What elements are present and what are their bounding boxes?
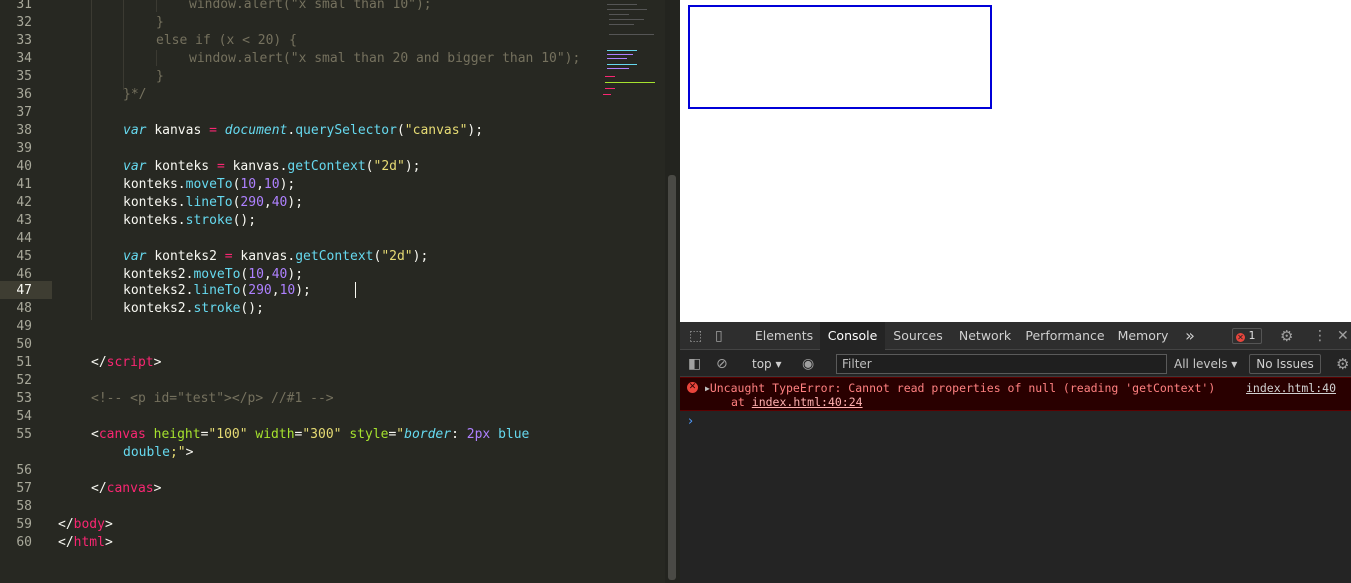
devtools-tab-bar: ⬚ ▯ Elements Console Sources Network Per… (680, 322, 1351, 350)
line-number: 38 (16, 123, 32, 138)
close-icon[interactable]: ✕ (1337, 322, 1349, 350)
device-toolbar-icon[interactable]: ▯ (715, 322, 723, 350)
line-number: 53 (16, 391, 32, 406)
console-error-message[interactable]: ✕ ▶Uncaught TypeError: Cannot read prope… (680, 377, 1351, 411)
code-line-48: konteks2.stroke(); (123, 301, 264, 316)
tab-sources[interactable]: Sources (886, 322, 950, 350)
code-line-57: </canvas> (91, 481, 162, 496)
rendered-canvas (688, 5, 992, 109)
error-icon: ✕ (1236, 333, 1245, 342)
code-line-43: konteks.stroke(); (123, 213, 257, 228)
more-options-icon[interactable]: ⋮ (1313, 322, 1327, 350)
line-number: 58 (16, 499, 32, 514)
line-number: 42 (16, 195, 32, 210)
code-line-45: var konteks2 = kanvas.getContext("2d"); (123, 249, 429, 264)
line-number: 40 (16, 159, 32, 174)
settings-gear-icon[interactable]: ⚙ (1280, 322, 1293, 350)
line-number-gutter: 31 32 33 34 35 36 37 38 39 40 41 42 43 4… (0, 0, 52, 583)
line-number: 55 (16, 427, 32, 442)
error-source-link[interactable]: index.html:40 (1246, 381, 1336, 395)
line-number: 54 (16, 409, 32, 424)
code-line-53: <!-- <p id="test"></p> //#1 --> (91, 391, 334, 406)
clear-console-icon[interactable]: ⊘ (716, 351, 728, 377)
issues-button[interactable]: No Issues (1249, 354, 1321, 374)
live-expression-eye-icon[interactable]: ◉ (802, 351, 814, 377)
code-line-31: window.alert("x smal than 10"); (189, 0, 432, 12)
indent-guide (123, 0, 124, 90)
tab-memory[interactable]: Memory (1112, 322, 1174, 350)
log-levels-dropdown[interactable]: All levels ▾ (1174, 351, 1237, 377)
code-line-55: <canvas height="100" width="300" style="… (91, 427, 530, 442)
error-text[interactable]: ▶Uncaught TypeError: Cannot read propert… (705, 381, 1215, 395)
indent-guide (156, 50, 157, 66)
tab-network[interactable]: Network (952, 322, 1018, 350)
line-number: 31 (16, 0, 32, 12)
code-line-41: konteks.moveTo(10,10); (123, 177, 296, 192)
minimap[interactable] (603, 0, 663, 100)
more-tabs-button[interactable]: » (1180, 322, 1200, 350)
line-number: 41 (16, 177, 32, 192)
line-number: 52 (16, 373, 32, 388)
line-number: 59 (16, 517, 32, 532)
tab-console[interactable]: Console (820, 322, 885, 350)
line-number-current: 47 (16, 283, 32, 298)
code-line-33: else if (x < 20) { (156, 33, 297, 48)
code-line-40: var konteks = kanvas.getContext("2d"); (123, 159, 421, 174)
line-number: 60 (16, 535, 32, 550)
editor-scrollbar-thumb[interactable] (668, 175, 676, 580)
sidebar-toggle-icon[interactable]: ◧ (688, 351, 701, 377)
line-number: 33 (16, 33, 32, 48)
line-number: 32 (16, 15, 32, 30)
indent-guide (156, 0, 157, 12)
code-line-59: </body> (58, 517, 113, 532)
code-line-32: } (156, 15, 164, 30)
context-selector[interactable]: top ▾ (752, 351, 782, 377)
line-number: 35 (16, 69, 32, 84)
editor-scrollbar[interactable] (665, 0, 680, 583)
indent-guide (91, 0, 92, 320)
line-number: 44 (16, 231, 32, 246)
code-line-55-wrap: double;"> (123, 445, 194, 460)
tab-performance[interactable]: Performance (1020, 322, 1110, 350)
line-number: 51 (16, 355, 32, 370)
line-number: 57 (16, 481, 32, 496)
code-line-60: </html> (58, 535, 113, 550)
code-line-47: konteks2.lineTo(290,10); (123, 283, 311, 298)
devtools-panel: ⬚ ▯ Elements Console Sources Network Per… (680, 322, 1351, 583)
code-editor[interactable]: 31 32 33 34 35 36 37 38 39 40 41 42 43 4… (0, 0, 665, 583)
browser-viewport (680, 0, 1351, 322)
line-number: 56 (16, 463, 32, 478)
code-line-36: }*/ (123, 87, 147, 102)
line-number: 48 (16, 301, 32, 316)
line-number: 49 (16, 319, 32, 334)
console-prompt[interactable]: › (688, 414, 693, 429)
line-number: 45 (16, 249, 32, 264)
error-count-badge[interactable]: ✕ 1 (1232, 328, 1262, 344)
code-line-42: konteks.lineTo(290,40); (123, 195, 304, 210)
error-icon: ✕ (687, 382, 698, 393)
code-line-35: } (156, 69, 164, 84)
inspect-element-icon[interactable]: ⬚ (689, 322, 702, 350)
line-number: 37 (16, 105, 32, 120)
text-caret (355, 282, 356, 298)
code-line-34: window.alert("x smal than 20 and bigger … (189, 51, 581, 66)
code-area[interactable]: window.alert("x smal than 10"); } else i… (58, 0, 603, 583)
line-number: 39 (16, 141, 32, 156)
line-number: 34 (16, 51, 32, 66)
code-line-51: </script> (91, 355, 162, 370)
tab-elements[interactable]: Elements (748, 322, 820, 350)
console-toolbar: ◧ ⊘ top ▾ ◉ All levels ▾ No Issues ⚙ (680, 351, 1351, 377)
console-filter-input[interactable] (836, 354, 1167, 374)
line-number: 43 (16, 213, 32, 228)
error-stack-link[interactable]: index.html:40:24 (752, 395, 863, 409)
line-number: 50 (16, 337, 32, 352)
line-number: 36 (16, 87, 32, 102)
error-stack-line: at index.html:40:24 (731, 395, 863, 409)
console-settings-gear-icon[interactable]: ⚙ (1336, 351, 1349, 377)
code-line-38: var kanvas = document.querySelector("can… (123, 123, 484, 138)
